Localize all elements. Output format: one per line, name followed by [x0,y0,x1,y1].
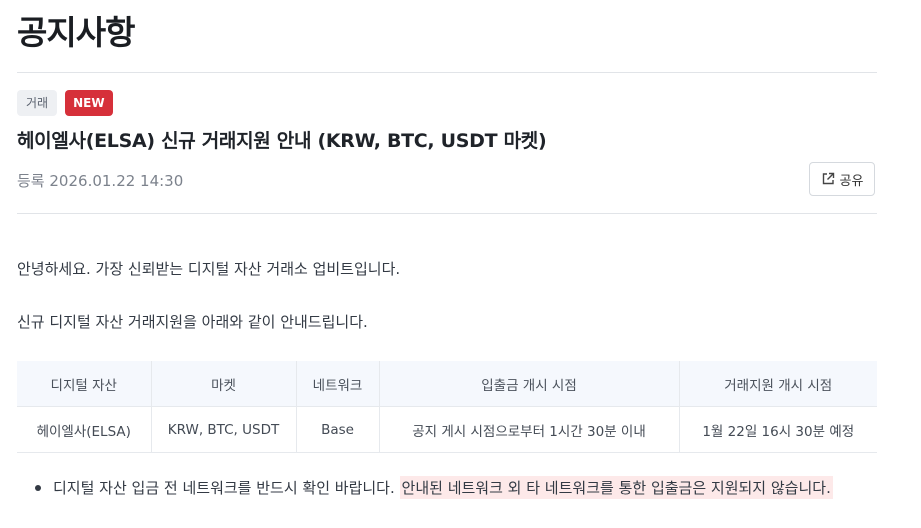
share-label: 공유 [839,172,864,188]
bullet-text: 디지털 자산 입금 전 네트워크를 반드시 확인 바랍니다. [53,479,395,497]
header-divider [17,72,877,73]
bullet-dot [35,484,41,491]
header-asset: 디지털 자산 [17,361,152,407]
greeting-text: 안녕하세요. 가장 신뢰받는 디지털 자산 거래소 업비트입니다. [17,260,401,278]
new-badge: NEW [65,90,113,116]
cell-market: KRW, BTC, USDT [151,406,297,453]
notice-title: 헤이엘사(ELSA) 신규 거래지원 안내 (KRW, BTC, USDT 마켓… [17,130,547,152]
page-title: 공지사항 [17,13,135,52]
header-market: 마켓 [151,361,297,407]
date-label: 등록 [17,172,45,190]
list-item: 디지털 자산 입금 전 네트워크를 반드시 확인 바랍니다. 안내된 네트워크 … [35,476,833,499]
header-network: 네트워크 [296,361,380,407]
cell-deposit-start: 공지 게시 시점으로부터 1시간 30분 이내 [379,406,680,453]
intro-text: 신규 디지털 자산 거래지원을 아래와 같이 안내드립니다. [17,313,368,331]
cell-network: Base [296,406,380,453]
table-header-row: 디지털 자산 마켓 네트워크 입출금 개시 시점 거래지원 개시 시점 [17,361,877,407]
cell-asset: 헤이엘사(ELSA) [17,406,152,453]
category-badge: 거래 [17,90,58,116]
share-icon [821,172,835,186]
asset-table: 디지털 자산 마켓 네트워크 입출금 개시 시점 거래지원 개시 시점 헤이엘사… [17,361,877,453]
header-trading-start: 거래지원 개시 시점 [679,361,877,407]
header-deposit-start: 입출금 개시 시점 [379,361,680,407]
cell-trading-start: 1월 22일 16시 30분 예정 [679,406,877,453]
badge-row: 거래 NEW [17,90,113,116]
table-row: 헤이엘사(ELSA) KRW, BTC, USDT Base 공지 게시 시점으… [17,406,877,453]
share-button[interactable]: 공유 [809,162,875,196]
notice-date: 등록 2026.01.22 14:30 [17,170,183,191]
date-value: 2026.01.22 14:30 [49,172,184,190]
bullet-highlight: 안내된 네트워크 외 타 네트워크를 통한 입출금은 지원되지 않습니다. [399,476,833,499]
content-divider [17,213,877,214]
